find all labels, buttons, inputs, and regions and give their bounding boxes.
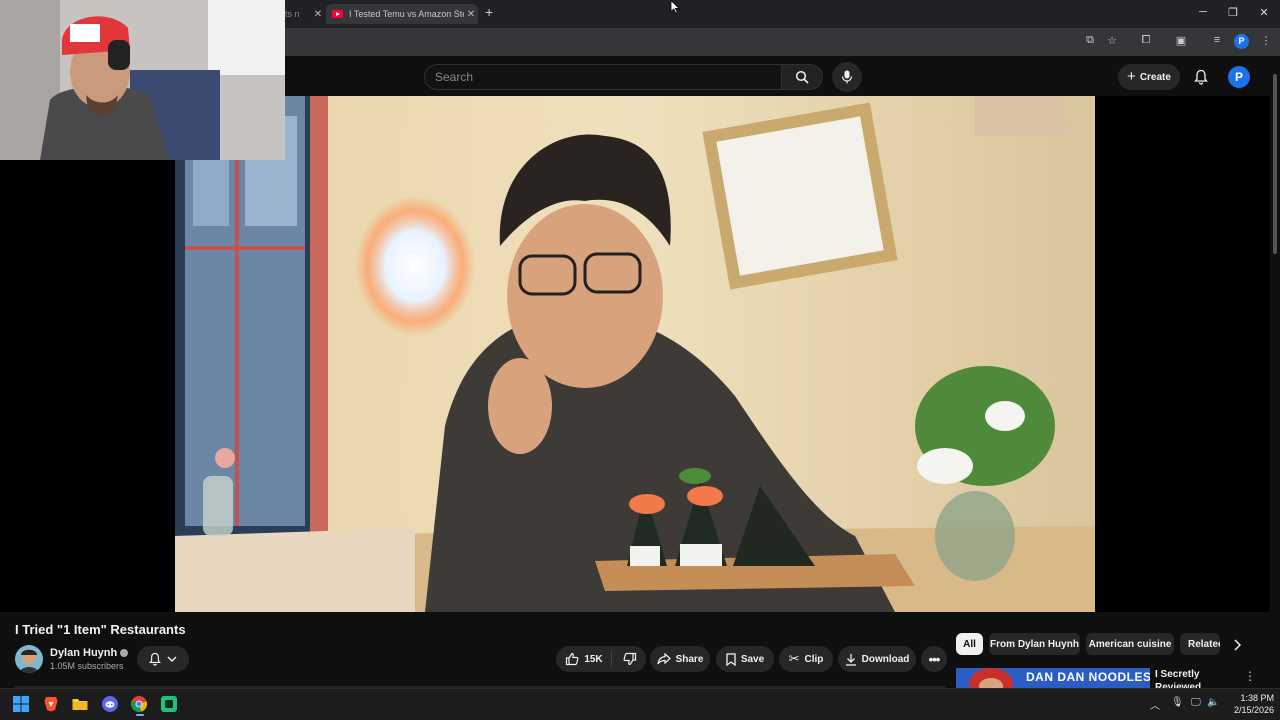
verified-badge-icon (120, 649, 129, 658)
system-clock[interactable]: 1:38 PM 2/15/2026 (1222, 692, 1274, 716)
channel-name-label: Dylan Huynh (50, 647, 118, 659)
browser-menu-icon[interactable]: ⋮ (1258, 34, 1274, 47)
file-explorer-icon[interactable] (72, 696, 88, 712)
account-avatar[interactable]: P (1228, 66, 1250, 88)
volume-icon[interactable]: 🔈 (1207, 697, 1219, 708)
like-count: 15K (584, 653, 603, 665)
chevron-up-icon[interactable]: ︿ (1150, 697, 1160, 712)
video-title: I Tried "1 Item" Restaurants (15, 622, 186, 637)
recommendation-title[interactable]: I Secretly Reviewed Restaurants Askin (1155, 668, 1241, 688)
bell-icon (1194, 69, 1208, 85)
plus-icon[interactable]: + (485, 4, 493, 20)
browser-tab-previous[interactable]: ts n ✕ (285, 4, 325, 24)
network-icon[interactable]: 🖵 (1191, 697, 1201, 708)
video-scene-image (175, 96, 1095, 612)
share-icon (656, 653, 671, 665)
create-label: Create (1139, 71, 1171, 83)
voice-search-button[interactable] (832, 62, 862, 92)
webcam-image (0, 0, 285, 160)
split-view-icon[interactable]: ▣ (1173, 34, 1189, 47)
clock-date: 2/15/2026 (1233, 705, 1274, 715)
download-icon (845, 653, 856, 666)
app-icon[interactable] (161, 696, 177, 712)
minimize-icon[interactable]: ─ (1193, 6, 1213, 18)
thumbnail-text: DAN DAN NOODLES (1026, 670, 1150, 684)
save-button[interactable]: Save (716, 646, 774, 672)
discord-icon[interactable] (102, 696, 118, 712)
dislike-button[interactable] (617, 652, 637, 666)
chip-related[interactable]: Relatec (1180, 633, 1220, 655)
chevron-right-icon (1234, 639, 1241, 651)
chip-all[interactable]: All (956, 633, 983, 655)
subscription-bell-button[interactable] (137, 646, 189, 672)
extensions-icon[interactable]: ⧠ (1138, 34, 1154, 47)
browser-tab-active[interactable]: I Tested Temu vs Amazon Steak ✕ (326, 4, 478, 24)
window-close-icon[interactable]: ✕ (1254, 6, 1274, 19)
thumbs-up-icon (566, 652, 579, 666)
like-button[interactable]: 15K (565, 651, 612, 667)
restore-icon[interactable]: ❐ (1223, 6, 1243, 19)
bookmark-icon (726, 652, 736, 666)
windows-taskbar (0, 688, 1280, 720)
plus-icon: + (1127, 68, 1136, 85)
screen: ts n ✕ I Tested Temu vs Amazon Steak ✕ +… (0, 0, 1280, 720)
bookmark-star-icon[interactable]: ☆ (1104, 34, 1120, 47)
thumbs-down-icon (623, 652, 636, 666)
bell-icon (149, 652, 161, 666)
more-horizontal-icon: ••• (928, 651, 941, 667)
chips-next-button[interactable] (1228, 636, 1246, 654)
media-controls-icon[interactable]: ≡ (1209, 34, 1225, 46)
clock-time: 1:38 PM (1240, 693, 1274, 703)
youtube-favicon-icon (332, 10, 343, 18)
channel-name[interactable]: Dylan Huynh (50, 647, 129, 659)
page-scrollbar[interactable] (1270, 60, 1280, 688)
browser-profile-avatar[interactable]: P (1234, 34, 1249, 49)
chip-american-cuisine[interactable]: American cuisine (1086, 633, 1174, 655)
brave-browser-icon[interactable] (43, 696, 59, 712)
microphone-tray-icon[interactable]: 🎙 (1171, 697, 1184, 708)
like-dislike-group: 15K (556, 646, 646, 672)
close-icon[interactable]: ✕ (311, 9, 325, 20)
search-input[interactable] (425, 65, 781, 89)
windows-start-icon[interactable] (13, 696, 29, 712)
video-frame[interactable] (175, 96, 1095, 612)
recommendation-thumbnail[interactable]: DAN DAN NOODLES (956, 668, 1150, 688)
browser-tab-label: ts n (285, 9, 300, 19)
chip-from-channel[interactable]: From Dylan Huynh (989, 633, 1080, 655)
scissors-icon: ✂ (788, 651, 800, 666)
microphone-icon (841, 70, 853, 84)
search-icon (795, 70, 809, 84)
create-button[interactable]: + Create (1118, 64, 1180, 90)
save-label: Save (740, 653, 765, 665)
browser-tab-label: I Tested Temu vs Amazon Steak (349, 9, 464, 19)
share-label: Share (675, 653, 704, 665)
search-button[interactable] (781, 64, 823, 90)
chrome-icon[interactable] (131, 696, 147, 712)
clip-button[interactable]: ✂ Clip (779, 646, 833, 672)
download-button[interactable]: Download (838, 646, 916, 672)
install-app-icon[interactable]: ⧉ (1082, 34, 1098, 47)
channel-avatar[interactable] (15, 645, 43, 673)
mouse-cursor-icon (670, 0, 680, 14)
notifications-button[interactable] (1190, 66, 1212, 88)
download-label: Download (861, 653, 910, 665)
more-actions-button[interactable]: ••• (921, 646, 947, 672)
share-button[interactable]: Share (650, 646, 710, 672)
clip-label: Clip (804, 653, 824, 665)
more-vertical-icon[interactable]: ⋮ (1244, 669, 1256, 683)
chevron-down-icon (167, 656, 177, 662)
webcam-overlay (0, 0, 285, 160)
search-box (424, 64, 782, 90)
close-icon[interactable]: ✕ (464, 9, 478, 20)
active-app-indicator (136, 714, 144, 716)
subscriber-count: 1.05M subscribers (50, 661, 124, 671)
